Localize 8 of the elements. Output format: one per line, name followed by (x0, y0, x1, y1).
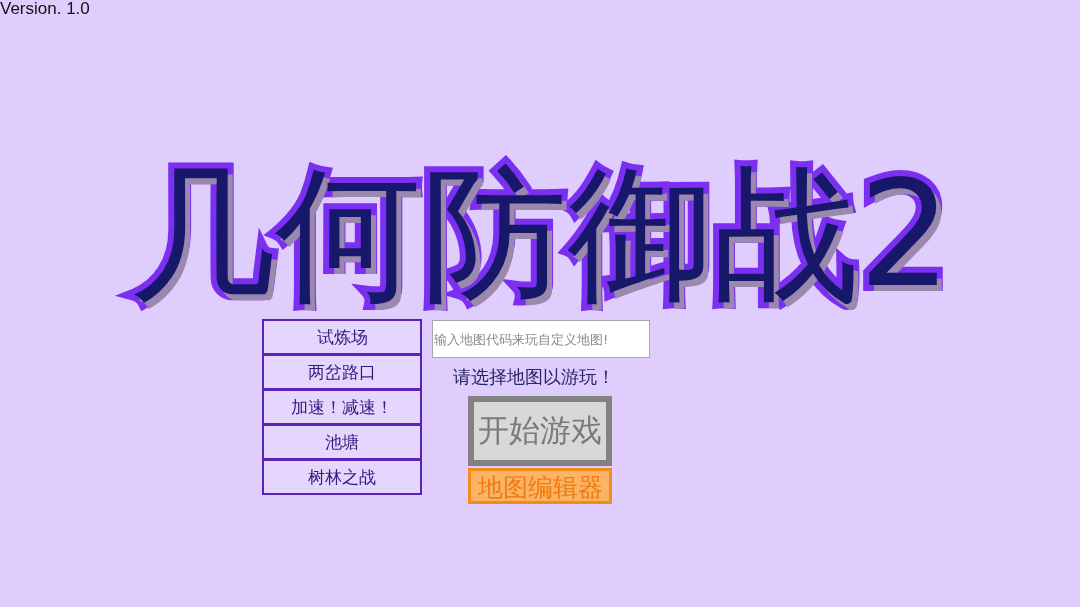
map-list-item[interactable]: 加速！减速！ (262, 389, 422, 425)
select-map-hint: 请选择地图以游玩！ (453, 365, 615, 389)
map-list-item[interactable]: 树林之战 (262, 459, 422, 495)
map-list-item[interactable]: 池塘 (262, 424, 422, 460)
version-label: Version. 1.0 (0, 0, 90, 18)
map-list-item[interactable]: 两岔路口 (262, 354, 422, 390)
map-code-input[interactable]: 输入地图代码来玩自定义地图! (432, 320, 650, 358)
map-list-item[interactable]: 试炼场 (262, 319, 422, 355)
